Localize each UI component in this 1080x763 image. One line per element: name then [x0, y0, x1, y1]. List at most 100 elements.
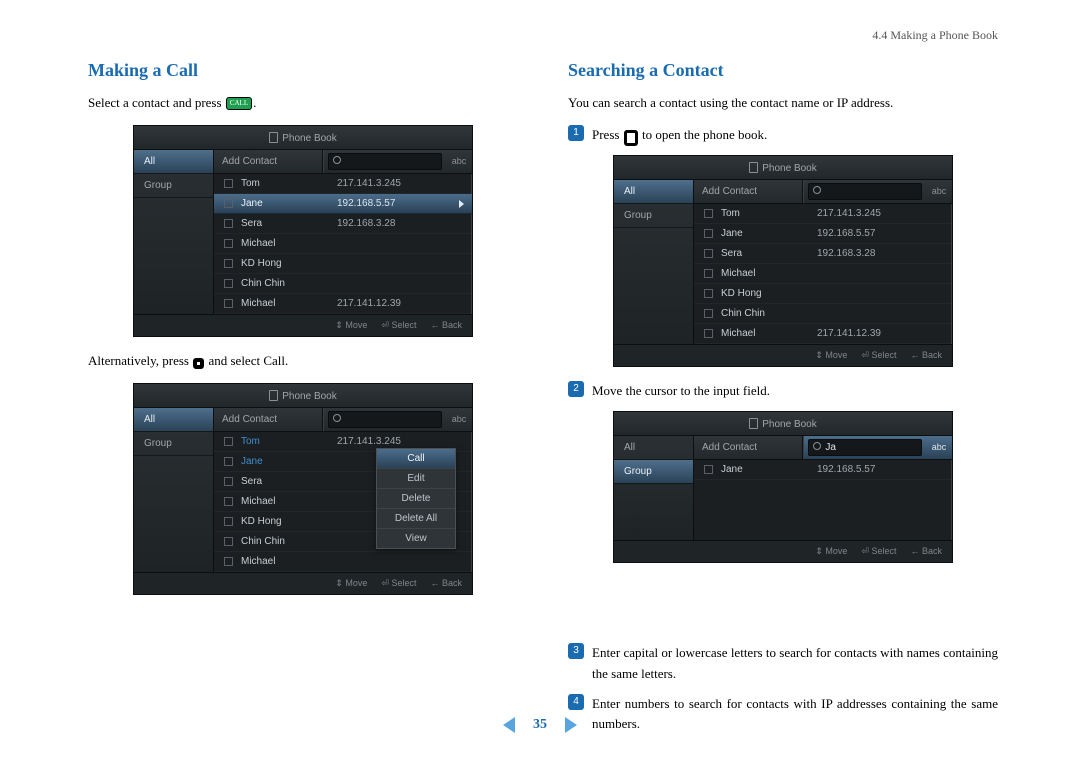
contact-ip: 192.168.3.28: [337, 218, 466, 229]
contact-ip: 217.141.3.245: [337, 178, 466, 189]
search-input[interactable]: [328, 153, 442, 170]
add-contact-button[interactable]: Add Contact: [214, 150, 323, 173]
contact-name: Tom: [241, 436, 337, 447]
sidebar-item-group[interactable]: Group: [614, 460, 693, 484]
row-checkbox[interactable]: [224, 557, 233, 566]
row-checkbox[interactable]: [704, 229, 713, 238]
row-checkbox[interactable]: [704, 249, 713, 258]
menu-item-edit[interactable]: Edit: [377, 469, 455, 489]
footer-back: ← Back: [430, 320, 462, 331]
document-icon: [269, 390, 278, 401]
row-checkbox[interactable]: [224, 437, 233, 446]
table-row[interactable]: Michael: [694, 264, 952, 284]
table-row[interactable]: Jane192.168.5.57: [694, 224, 952, 244]
keyboard-mode-abc[interactable]: abc: [926, 180, 952, 203]
pb-sidebar: All Group: [614, 180, 694, 344]
table-row[interactable]: Jane192.168.5.57: [214, 194, 472, 214]
contact-name: Sera: [721, 248, 817, 259]
table-row[interactable]: Michael217.141.12.39: [214, 294, 472, 314]
pb-title: Phone Book: [282, 133, 337, 144]
row-checkbox[interactable]: [224, 179, 233, 188]
contact-name: Michael: [721, 328, 817, 339]
table-row[interactable]: Sera192.168.3.28: [694, 244, 952, 264]
pb-list: Tom217.141.3.245Jane192.168.5.57Sera192.…: [214, 174, 472, 314]
menu-item-call[interactable]: Call: [377, 449, 455, 469]
sidebar-item-all[interactable]: All: [134, 408, 213, 432]
search-input[interactable]: Ja: [808, 439, 922, 456]
add-contact-button[interactable]: Add Contact: [694, 436, 803, 459]
table-row[interactable]: Chin Chin: [694, 304, 952, 324]
making-call-line1: Select a contact and press CALL.: [88, 93, 518, 113]
contact-name: Jane: [721, 464, 817, 475]
sidebar-item-all[interactable]: All: [614, 436, 693, 460]
row-checkbox[interactable]: [224, 219, 233, 228]
row-checkbox[interactable]: [224, 477, 233, 486]
table-row[interactable]: Tom217.141.3.245: [214, 174, 472, 194]
row-checkbox[interactable]: [704, 309, 713, 318]
contact-name: Sera: [241, 218, 337, 229]
sidebar-item-all[interactable]: All: [614, 180, 693, 204]
row-checkbox[interactable]: [704, 289, 713, 298]
prev-page-button[interactable]: [503, 717, 515, 733]
table-row[interactable]: KD Hong: [694, 284, 952, 304]
footer-select: ⏎ Select: [861, 546, 896, 557]
row-checkbox[interactable]: [224, 299, 233, 308]
table-row[interactable]: Tom217.141.3.245: [694, 204, 952, 224]
table-row[interactable]: Sera192.168.3.28: [214, 214, 472, 234]
footer-move: ⇕ Move: [815, 350, 847, 361]
sidebar-item-group[interactable]: Group: [134, 174, 213, 198]
row-checkbox[interactable]: [704, 209, 713, 218]
sidebar-item-all[interactable]: All: [134, 150, 213, 174]
menu-item-view[interactable]: View: [377, 529, 455, 548]
text-fragment: and select Call.: [205, 353, 288, 368]
contact-name: Michael: [241, 496, 337, 507]
search-area: abc: [323, 150, 472, 173]
pb-sidebar: All Group: [134, 150, 214, 314]
footer-back: ← Back: [430, 578, 462, 589]
row-checkbox[interactable]: [224, 199, 233, 208]
contact-ip: 192.168.5.57: [817, 228, 946, 239]
pb-footer: ⇕ Move ⏎ Select ← Back: [134, 314, 472, 336]
contact-name: Chin Chin: [241, 536, 337, 547]
menu-item-delete-all[interactable]: Delete All: [377, 509, 455, 529]
row-checkbox[interactable]: [224, 279, 233, 288]
add-contact-button[interactable]: Add Contact: [694, 180, 803, 203]
sidebar-item-group[interactable]: Group: [134, 432, 213, 456]
row-checkbox[interactable]: [224, 259, 233, 268]
search-area: abc: [803, 180, 952, 203]
row-checkbox[interactable]: [224, 537, 233, 546]
row-checkbox[interactable]: [224, 457, 233, 466]
keyboard-mode-abc[interactable]: abc: [926, 436, 952, 459]
next-page-button[interactable]: [565, 717, 577, 733]
row-checkbox[interactable]: [224, 517, 233, 526]
contact-name: KD Hong: [721, 288, 817, 299]
table-row[interactable]: KD Hong: [214, 254, 472, 274]
table-row[interactable]: Michael: [214, 234, 472, 254]
table-row[interactable]: Jane192.168.5.57: [694, 460, 952, 480]
table-row[interactable]: Chin Chin: [214, 274, 472, 294]
row-checkbox[interactable]: [704, 329, 713, 338]
left-column: Making a Call Select a contact and press…: [88, 60, 518, 744]
sidebar-item-group[interactable]: Group: [614, 204, 693, 228]
search-input[interactable]: [328, 411, 442, 428]
add-contact-button[interactable]: Add Contact: [214, 408, 323, 431]
footer-back: ← Back: [910, 350, 942, 361]
pb-footer: ⇕ Move ⏎ Select ← Back: [614, 344, 952, 366]
row-checkbox[interactable]: [224, 239, 233, 248]
keyboard-mode-abc[interactable]: abc: [446, 150, 472, 173]
row-checkbox[interactable]: [704, 269, 713, 278]
menu-item-delete[interactable]: Delete: [377, 489, 455, 509]
search-input[interactable]: [808, 183, 922, 200]
table-row[interactable]: Michael217.141.12.39: [694, 324, 952, 344]
document-icon: [749, 418, 758, 429]
table-row[interactable]: Michael: [214, 552, 472, 572]
row-checkbox[interactable]: [224, 497, 233, 506]
keyboard-mode-abc[interactable]: abc: [446, 408, 472, 431]
row-checkbox[interactable]: [704, 465, 713, 474]
search-icon: [333, 156, 341, 167]
contact-name: Jane: [241, 198, 337, 209]
step-number-2: 2: [568, 381, 584, 397]
step-2-text: Move the cursor to the input field.: [592, 381, 998, 401]
pb-footer: ⇕ Move ⏎ Select ← Back: [614, 540, 952, 562]
pb-titlebar: Phone Book: [614, 156, 952, 180]
